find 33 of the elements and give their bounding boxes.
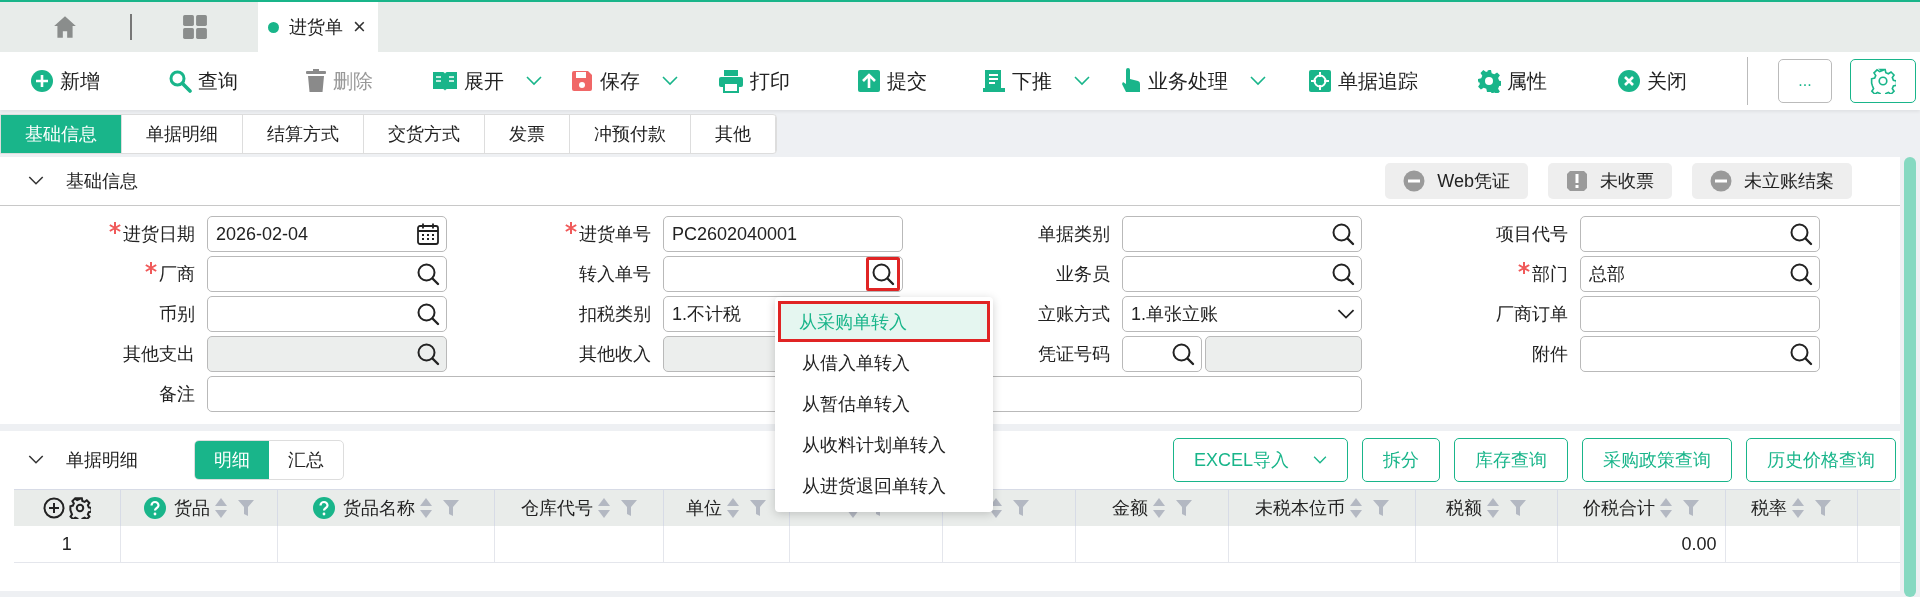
section-title: 基础信息 <box>66 170 138 193</box>
field-label: 其他支出 <box>123 343 195 366</box>
column-header: 货品名称 <box>342 497 415 520</box>
column-header: 未税本位币 <box>1254 497 1345 520</box>
column-header: 单位 <box>686 497 722 520</box>
field-label: 凭证号码 <box>1038 343 1110 366</box>
field-label: 转入单号 <box>579 263 651 286</box>
column-header: 税额 <box>1446 497 1482 520</box>
field-label: 进货单号 <box>579 223 651 246</box>
field-label: 单据类别 <box>1038 223 1110 246</box>
section-title: 单据明细 <box>66 449 139 472</box>
field-label: 部门 <box>1532 263 1568 286</box>
field-label: 备注 <box>159 383 195 406</box>
status-badge: 未收票 <box>1548 163 1672 199</box>
field-label: 扣税类别 <box>579 303 651 326</box>
field-label: 业务员 <box>1056 263 1110 286</box>
field-label: 币别 <box>159 303 195 326</box>
table-cell: 0.00 <box>1557 526 1725 563</box>
status-badge: 未立账结案 <box>1692 163 1852 199</box>
column-header: 金额 <box>1111 497 1148 520</box>
field-label: 其他收入 <box>579 343 651 366</box>
field-label: 项目代号 <box>1496 223 1568 246</box>
row-number: 1 <box>14 526 120 563</box>
field-label: 进货日期 <box>123 223 195 246</box>
field-label: 附件 <box>1532 343 1568 366</box>
field-label: 厂商订单 <box>1496 303 1568 326</box>
column-header: 仓库代号 <box>520 497 593 520</box>
column-header: 税率 <box>1751 497 1787 520</box>
column-header: 价税合计 <box>1583 497 1655 520</box>
field-label: 厂商 <box>159 263 195 286</box>
column-header: 货品 <box>173 497 210 520</box>
status-badge: Web凭证 <box>1385 163 1528 199</box>
field-label: 立账方式 <box>1038 303 1110 326</box>
